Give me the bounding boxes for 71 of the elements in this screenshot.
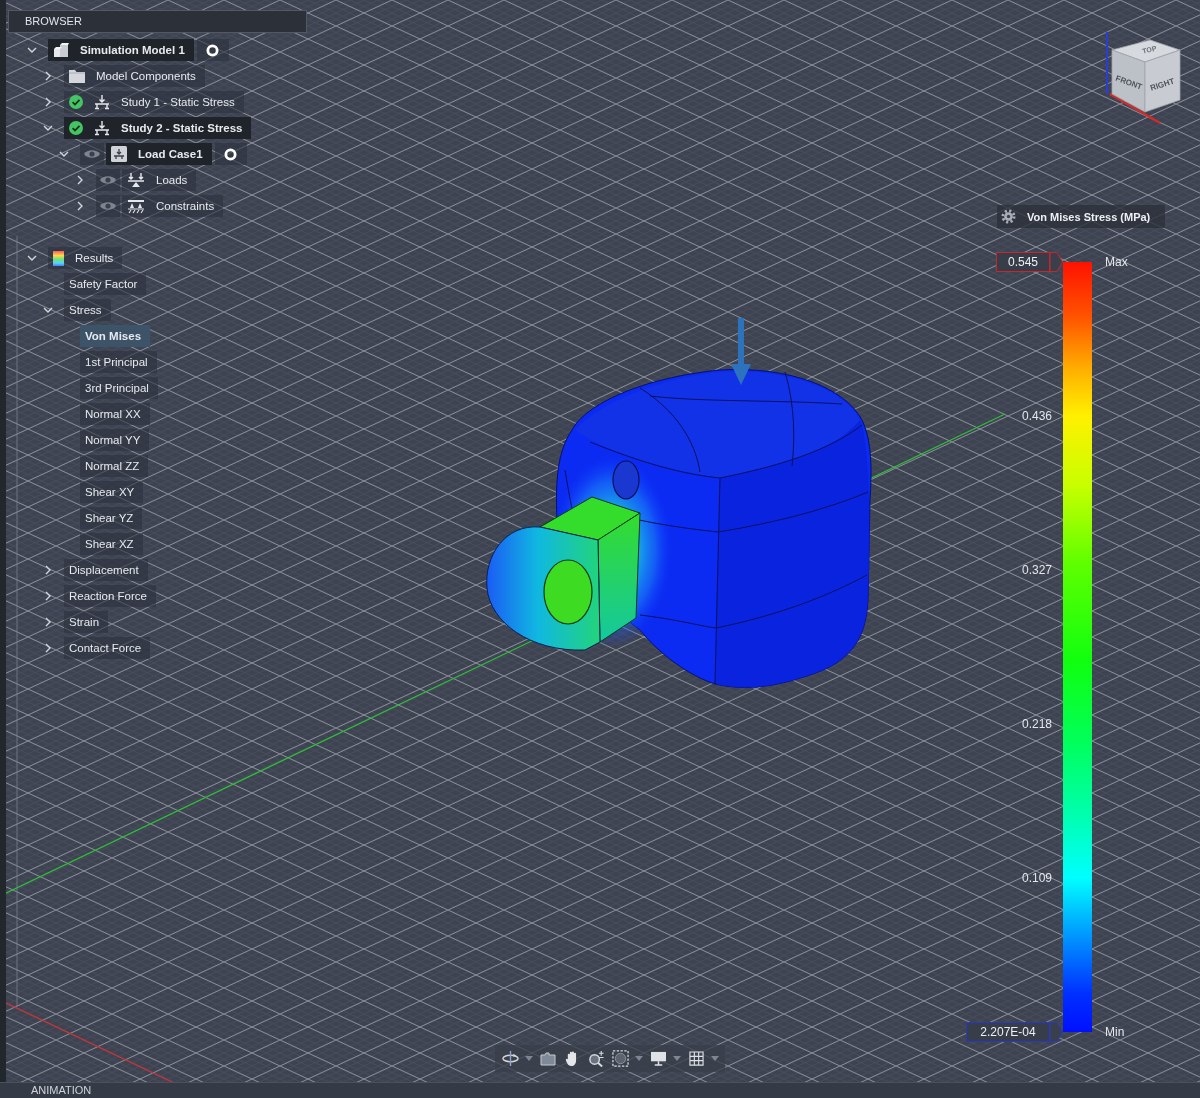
legend-title: Von Mises Stress (MPa) bbox=[1027, 210, 1151, 223]
tree-item[interactable]: Normal ZZ bbox=[80, 455, 149, 477]
gradient-swatch-icon bbox=[53, 250, 64, 266]
tree-item[interactable]: Constraints bbox=[122, 195, 224, 217]
monitor-icon bbox=[649, 1051, 667, 1066]
activate-button[interactable] bbox=[214, 143, 247, 165]
tree-item[interactable]: Results bbox=[48, 247, 123, 269]
chevron-right-icon[interactable] bbox=[43, 565, 53, 575]
chevron-right-icon[interactable] bbox=[43, 643, 53, 653]
tick-label: 0.218 bbox=[1021, 717, 1053, 731]
tree-item[interactable]: Loads bbox=[122, 169, 197, 191]
tree-item[interactable]: 3rd Principal bbox=[80, 377, 158, 399]
beam-arrows-icon bbox=[127, 172, 145, 188]
cubes-icon bbox=[53, 42, 69, 58]
max-label: Max bbox=[1105, 254, 1128, 271]
settings-icon[interactable] bbox=[1001, 209, 1016, 224]
beam-load-icon bbox=[94, 120, 110, 136]
tree-item[interactable]: 1st Principal bbox=[80, 351, 157, 373]
beam-load-icon bbox=[94, 94, 110, 110]
tree-item[interactable]: Study 1 - Static Stress bbox=[64, 91, 244, 113]
tree-item[interactable]: Von Mises bbox=[80, 325, 151, 347]
tick-label: 0.436 bbox=[1021, 409, 1053, 423]
chevron-right-icon[interactable] bbox=[75, 201, 85, 211]
tree-item[interactable]: Normal XX bbox=[80, 403, 150, 425]
tree-item[interactable]: Normal YY bbox=[80, 429, 150, 451]
chevron-down-icon[interactable] bbox=[43, 123, 53, 133]
chevron-down-icon[interactable] bbox=[27, 253, 37, 263]
min-label: Min bbox=[1105, 1024, 1126, 1041]
browser-header[interactable]: BROWSER bbox=[8, 10, 307, 33]
face-label[interactable]: RIGHT bbox=[1149, 76, 1176, 93]
grid-icon bbox=[688, 1051, 704, 1066]
down-arrow-icon bbox=[731, 318, 751, 385]
visibility-button[interactable] bbox=[80, 143, 104, 165]
tree-item[interactable]: Model Components bbox=[64, 65, 205, 87]
tree-item[interactable]: Stress bbox=[64, 299, 111, 321]
activate-button[interactable] bbox=[196, 39, 229, 61]
zoom-icon bbox=[587, 1050, 605, 1067]
dashed-frame-icon bbox=[611, 1050, 629, 1067]
tree-item[interactable]: Simulation Model 1 bbox=[48, 39, 194, 61]
chevron-down-icon[interactable] bbox=[59, 149, 69, 159]
min-value-field[interactable]: 2.207E-04 bbox=[966, 1022, 1050, 1042]
tick-label: 0.327 bbox=[1021, 563, 1053, 577]
tree-item[interactable]: Study 2 - Static Stress bbox=[64, 117, 252, 139]
max-value-field[interactable]: 0.545 bbox=[996, 252, 1050, 272]
beam-tile-icon bbox=[111, 146, 127, 162]
chevron-right-icon[interactable] bbox=[43, 617, 53, 627]
tree-item[interactable]: Shear YZ bbox=[80, 507, 143, 529]
folder-icon bbox=[540, 1051, 556, 1066]
tree-item[interactable]: Safety Factor bbox=[64, 273, 147, 295]
tree-item[interactable]: Strain bbox=[64, 611, 109, 633]
animation-bar[interactable]: ANIMATION bbox=[0, 1082, 1200, 1098]
tree-item[interactable]: Reaction Force bbox=[64, 585, 156, 607]
tree-item[interactable]: Shear XY bbox=[80, 481, 144, 503]
fit-button[interactable] bbox=[609, 1047, 631, 1070]
chevron-right-icon[interactable] bbox=[43, 591, 53, 601]
orbit-icon bbox=[501, 1050, 519, 1067]
chevron-right-icon[interactable] bbox=[75, 175, 85, 185]
pointer-icon bbox=[1050, 1022, 1063, 1042]
tree-item[interactable]: Load Case1 bbox=[106, 143, 212, 165]
support-icon bbox=[127, 198, 145, 214]
chevron-down-icon[interactable] bbox=[43, 305, 53, 315]
visibility-button[interactable] bbox=[96, 195, 120, 217]
chevron-down-icon[interactable] bbox=[27, 45, 37, 55]
pointer-icon bbox=[1050, 252, 1063, 272]
tree-item[interactable]: Shear XZ bbox=[80, 533, 143, 555]
chevron-right-icon[interactable] bbox=[43, 97, 53, 107]
visibility-button[interactable] bbox=[96, 169, 120, 191]
tick-label: 0.109 bbox=[1021, 871, 1053, 885]
tree-item[interactable]: Displacement bbox=[64, 559, 148, 581]
tree-item[interactable]: Contact Force bbox=[64, 637, 151, 659]
chevron-right-icon[interactable] bbox=[43, 71, 53, 81]
